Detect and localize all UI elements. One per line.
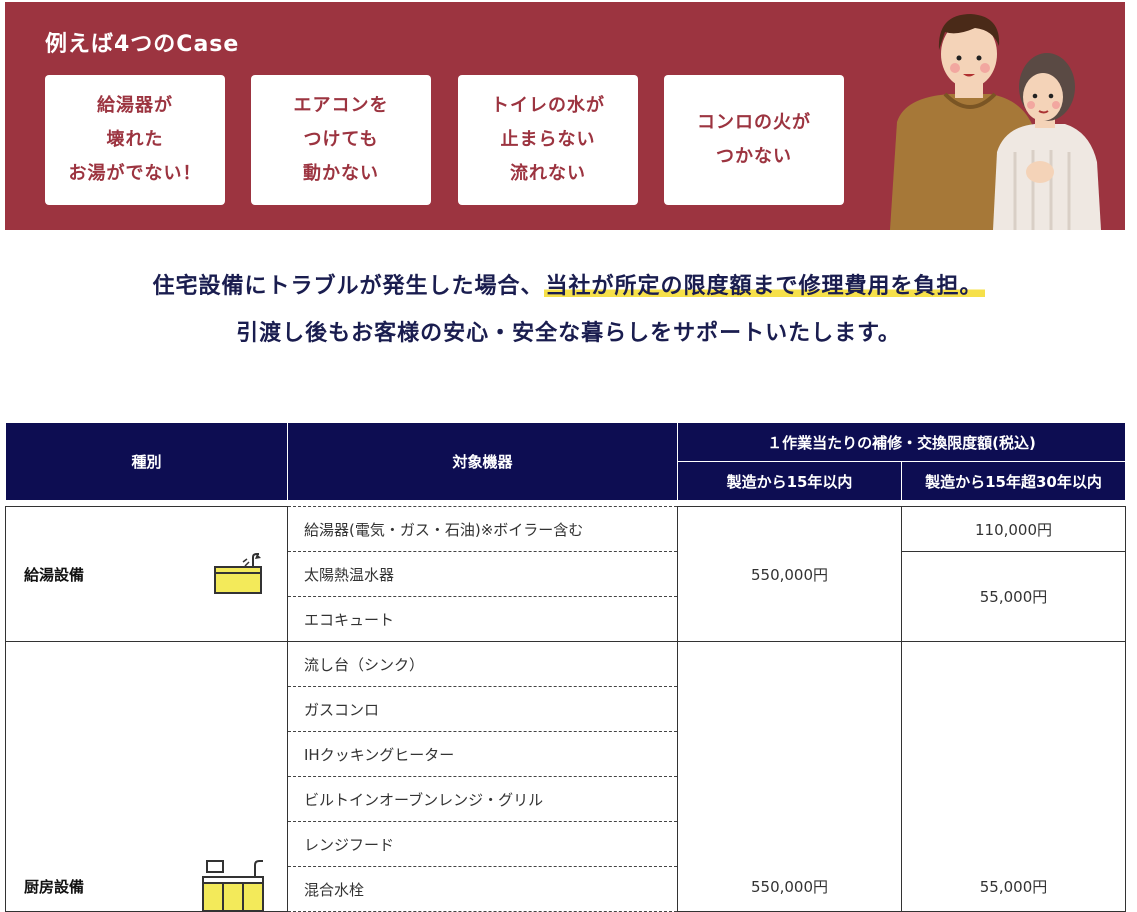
device-cell: レンジフード bbox=[287, 821, 678, 867]
header-over-15: 製造から15年超30年以内 bbox=[901, 461, 1126, 501]
header-within-15: 製造から15年以内 bbox=[677, 461, 902, 501]
case-card-aircon: エアコンを つけても 動かない bbox=[251, 75, 431, 205]
device-cell: エコキュート bbox=[287, 596, 678, 642]
case-text: お湯がでない！ bbox=[68, 163, 202, 184]
header-limit-group: １作業当たりの補修・交換限度額(税込) bbox=[677, 422, 1126, 462]
case-text: 止まらない bbox=[500, 129, 596, 150]
table-header-row: 種別 対象機器 １作業当たりの補修・交換限度額(税込) bbox=[5, 422, 1126, 501]
case-text: 壊れた bbox=[106, 129, 164, 150]
case-text: トイレの水が bbox=[491, 95, 605, 116]
message-text: 住宅設備にトラブルが発生した場合、 bbox=[152, 274, 544, 299]
case-text: つかない bbox=[716, 146, 792, 167]
case-text: 動かない bbox=[303, 163, 379, 184]
message-highlight: 当社が所定の限度額まで修理費用を負担。 bbox=[543, 274, 985, 299]
case-text: コンロの火が bbox=[697, 112, 811, 133]
category-cell-kitchen: 厨房設備 bbox=[5, 641, 288, 912]
table-row: 給湯設備 給湯器(電気・ガス・石油)※ボイラー含む 550,000円 110,0… bbox=[5, 506, 1126, 642]
bathtub-icon bbox=[214, 553, 262, 594]
kitchen-icon bbox=[202, 860, 264, 911]
device-cell: ガスコンロ bbox=[287, 686, 678, 732]
price-over-15: 55,000円 bbox=[901, 551, 1126, 642]
price-over-15: 110,000円 bbox=[901, 506, 1126, 552]
device-cell: ビルトインオーブンレンジ・グリル bbox=[287, 776, 678, 822]
case-card-water-heater: 給湯器が 壊れた お湯がでない！ bbox=[45, 75, 225, 205]
price-within-15: 550,000円 bbox=[677, 506, 902, 642]
coverage-table: 種別 対象機器 １作業当たりの補修・交換限度額(税込) 製造から15年以内 製造… bbox=[5, 422, 1126, 912]
case-banner: 例えば4つのCase 給湯器が 壊れた お湯がでない！ エアコンを つけても 動… bbox=[5, 2, 1125, 230]
message-line-1: 住宅設備にトラブルが発生した場合、当社が所定の限度額まで修理費用を負担。 bbox=[0, 268, 1137, 300]
case-card-stove: コンロの火が つかない bbox=[664, 75, 844, 205]
device-cell: 混合水栓 bbox=[287, 866, 678, 912]
header-device: 対象機器 bbox=[287, 422, 678, 501]
case-card-toilet: トイレの水が 止まらない 流れない bbox=[458, 75, 638, 205]
table-row: 厨房設備 流し台（シンク） 550,000円 55,000円 bbox=[5, 641, 1126, 912]
couple-illustration bbox=[890, 14, 1101, 230]
device-cell: 太陽熱温水器 bbox=[287, 551, 678, 597]
case-text: 給湯器が bbox=[97, 95, 173, 116]
case-text: 流れない bbox=[510, 163, 586, 184]
category-label: 厨房設備 bbox=[24, 878, 85, 896]
banner-title: 例えば4つのCase bbox=[45, 32, 240, 57]
device-cell: 流し台（シンク） bbox=[287, 641, 678, 687]
header-category: 種別 bbox=[5, 422, 288, 501]
price-over-15: 55,000円 bbox=[901, 641, 1126, 912]
device-cell: 給湯器(電気・ガス・石油)※ボイラー含む bbox=[287, 506, 678, 552]
case-text: つけても bbox=[303, 129, 379, 150]
category-label: 給湯設備 bbox=[24, 565, 85, 584]
message-line-2: 引渡し後もお客様の安心・安全な暮らしをサポートいたします。 bbox=[236, 321, 901, 346]
device-cell: IHクッキングヒーター bbox=[287, 731, 678, 777]
case-text: エアコンを bbox=[293, 95, 389, 116]
price-within-15: 550,000円 bbox=[677, 641, 902, 912]
category-cell-hot-water: 給湯設備 bbox=[5, 506, 288, 642]
